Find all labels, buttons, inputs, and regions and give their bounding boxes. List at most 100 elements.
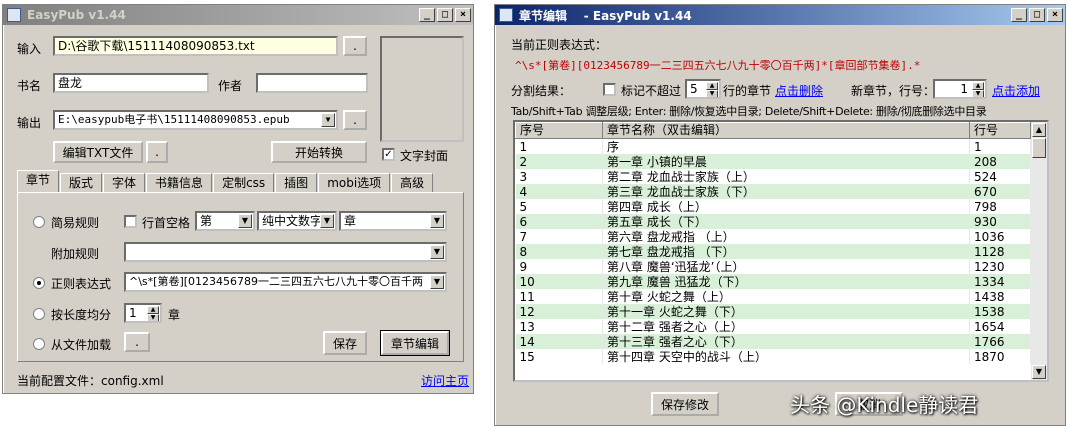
table-row[interactable]: 14 第十三章 强者之心（下） 1766 — [515, 334, 1031, 349]
scroll-thumb[interactable] — [1032, 138, 1046, 158]
chapter-edit-button[interactable]: 章节编辑 — [380, 330, 450, 356]
table-row[interactable]: 11 第十章 火蛇之舞（上） 1438 — [515, 289, 1031, 304]
output-path-combo[interactable]: E:\easypub电子书\15111408090853.epub ▼ — [53, 110, 338, 130]
main-title-bar[interactable]: EasyPub v1.44 _ □ × — [3, 5, 473, 25]
text-cover-checkbox[interactable]: ✓ — [382, 148, 395, 161]
length-spinner[interactable]: 1 ▲ ▼ — [124, 303, 162, 323]
click-delete-link[interactable]: 点击删除 — [775, 82, 823, 99]
input-browse-button[interactable]: . — [343, 36, 367, 56]
chapter-edit-title-bar[interactable]: 章节编辑 - EasyPub v1.44 _ □ × — [495, 5, 1065, 25]
edit-txt-button[interactable]: 编辑TXT文件 — [53, 141, 143, 163]
length-split-radio[interactable] — [33, 308, 45, 320]
chapter-line-cell: 1538 — [969, 304, 1031, 319]
prefix-combo[interactable]: 第 ▼ — [195, 211, 255, 231]
table-row[interactable]: 2 第一章 小镇的早晨 208 — [515, 154, 1031, 169]
regex-radio[interactable] — [33, 277, 45, 289]
table-row[interactable]: 5 第四章 成长（上） 798 — [515, 199, 1031, 214]
mark-checkbox[interactable] — [603, 83, 616, 96]
table-header: 序号 章节名称（双击编辑） 行号 — [515, 122, 1031, 139]
app-icon — [499, 8, 513, 22]
minimize-icon[interactable]: _ — [419, 8, 435, 22]
chapter-index-cell: 5 — [515, 199, 603, 214]
output-browse-button[interactable]: . — [343, 110, 367, 130]
column-header-line-number[interactable]: 行号 — [969, 122, 1031, 139]
spin-down-icon[interactable]: ▼ — [972, 90, 984, 97]
table-row[interactable]: 9 第八章 魔兽‘迅猛龙’（上） 1230 — [515, 259, 1031, 274]
tab-chapter[interactable]: 章节 — [17, 170, 60, 192]
chevron-down-icon[interactable]: ▼ — [430, 214, 444, 228]
table-row[interactable]: 10 第九章 魔兽 迅猛龙（下） 1334 — [515, 274, 1031, 289]
tab-book-info[interactable]: 书籍信息 — [146, 173, 213, 192]
chapter-name-cell: 第十章 火蛇之舞（上） — [602, 289, 970, 304]
maximize-icon[interactable]: □ — [437, 8, 453, 22]
chapter-name-cell: 序 — [602, 138, 970, 154]
edit-txt-extra-button[interactable]: . — [146, 141, 168, 163]
spin-up-icon[interactable]: ▲ — [972, 82, 984, 90]
save-changes-button[interactable]: 保存修改 — [651, 392, 719, 416]
chevron-down-icon[interactable]: ▼ — [320, 214, 334, 228]
extra-rule-combo[interactable]: ▼ — [124, 242, 447, 262]
start-convert-button[interactable]: 开始转换 — [271, 141, 367, 163]
author-label: 作者 — [218, 79, 243, 93]
new-line-spinner[interactable]: 1 ▲ ▼ — [933, 79, 987, 99]
spin-down-icon[interactable]: ▼ — [147, 314, 159, 321]
chapter-index-cell: 15 — [515, 349, 603, 364]
table-row[interactable]: 4 第三章 龙血战士家族（下） 670 — [515, 184, 1031, 199]
input-path-field[interactable]: D:\谷歌下载\15111408090853.txt — [53, 36, 338, 56]
chapter-index-cell: 2 — [515, 154, 603, 169]
minimize-icon[interactable]: _ — [1011, 8, 1027, 22]
close-icon[interactable]: × — [1047, 8, 1063, 22]
chapter-name-cell: 第十二章 强者之心（上） — [602, 319, 970, 334]
scroll-down-icon[interactable]: ▼ — [1032, 365, 1046, 379]
chapter-index-cell: 13 — [515, 319, 603, 334]
table-row[interactable]: 15 第十四章 天空中的战斗（上） 1870 — [515, 349, 1031, 364]
table-scrollbar[interactable]: ▲ ▼ — [1031, 122, 1047, 380]
table-row[interactable]: 6 第五章 成长（下） 930 — [515, 214, 1031, 229]
table-row[interactable]: 1序1 — [515, 138, 1031, 154]
author-field[interactable] — [256, 73, 368, 93]
chevron-down-icon[interactable]: ▼ — [238, 214, 252, 228]
from-file-browse-button[interactable]: . — [124, 332, 150, 352]
table-row[interactable]: 13 第十二章 强者之心（上） 1654 — [515, 319, 1031, 334]
tab-layout[interactable]: 版式 — [60, 173, 103, 192]
spin-down-icon[interactable]: ▼ — [706, 90, 718, 97]
scroll-up-icon[interactable]: ▲ — [1032, 123, 1046, 137]
spin-up-icon[interactable]: ▲ — [147, 306, 159, 314]
mark-lines-spinner[interactable]: 5 ▲ ▼ — [685, 79, 721, 99]
click-add-link[interactable]: 点击添加 — [992, 82, 1040, 99]
chapter-index-cell: 10 — [515, 274, 603, 289]
chapter-table: 序号 章节名称（双击编辑） 行号 1 序 1 2 第一章 小镇的早晨 208 3 第二章 龙血… — [513, 120, 1049, 382]
regex-combo[interactable]: ^\s*[第卷][0123456789一二三四五六七八九十零〇百千两 ▼ — [124, 272, 447, 292]
mark-suffix-label: 行的章节 — [723, 84, 772, 98]
column-header-chapter-name[interactable]: 章节名称（双击编辑） — [602, 122, 970, 139]
number-type-combo[interactable]: 纯中文数字 ▼ — [257, 211, 337, 231]
tab-font[interactable]: 字体 — [103, 173, 146, 192]
tab-custom-css[interactable]: 定制css — [213, 173, 275, 192]
suffix-combo[interactable]: 章 ▼ — [339, 211, 447, 231]
table-row[interactable]: 3 第二章 龙血战士家族（上） 524 — [515, 169, 1031, 184]
spin-up-icon[interactable]: ▲ — [706, 82, 718, 90]
close-icon[interactable]: × — [455, 8, 471, 22]
table-row[interactable]: 7 第六章 盘龙戒指 （上） 1036 — [515, 229, 1031, 244]
chevron-down-icon[interactable]: ▼ — [321, 113, 335, 127]
visit-homepage-link[interactable]: 访问主页 — [421, 372, 469, 389]
chapter-index-cell: 14 — [515, 334, 603, 349]
tab-illustration[interactable]: 插图 — [275, 173, 318, 192]
from-file-label: 从文件加载 — [51, 338, 112, 352]
chapter-line-cell: 930 — [969, 214, 1031, 229]
from-file-radio[interactable] — [33, 338, 45, 350]
table-row[interactable]: 12 第十一章 火蛇之舞（下） 1538 — [515, 304, 1031, 319]
simple-rule-radio[interactable] — [33, 216, 45, 228]
table-row[interactable]: 8 第七章 盘龙戒指 （下） 1128 — [515, 244, 1031, 259]
line-space-checkbox[interactable] — [124, 215, 137, 228]
chevron-down-icon[interactable]: ▼ — [430, 245, 444, 259]
maximize-icon[interactable]: □ — [1029, 8, 1045, 22]
save-config-button[interactable]: 保存 — [323, 331, 367, 355]
bookname-field[interactable]: 盘龙 — [53, 73, 209, 93]
tab-mobi-options[interactable]: mobi选项 — [318, 173, 391, 192]
output-path-value: E:\easypub电子书\15111408090853.epub — [58, 113, 290, 126]
regex-label: 正则表达式 — [51, 277, 112, 291]
chevron-down-icon[interactable]: ▼ — [430, 275, 444, 289]
tab-advanced[interactable]: 高级 — [391, 173, 434, 192]
column-header-index[interactable]: 序号 — [515, 122, 603, 139]
